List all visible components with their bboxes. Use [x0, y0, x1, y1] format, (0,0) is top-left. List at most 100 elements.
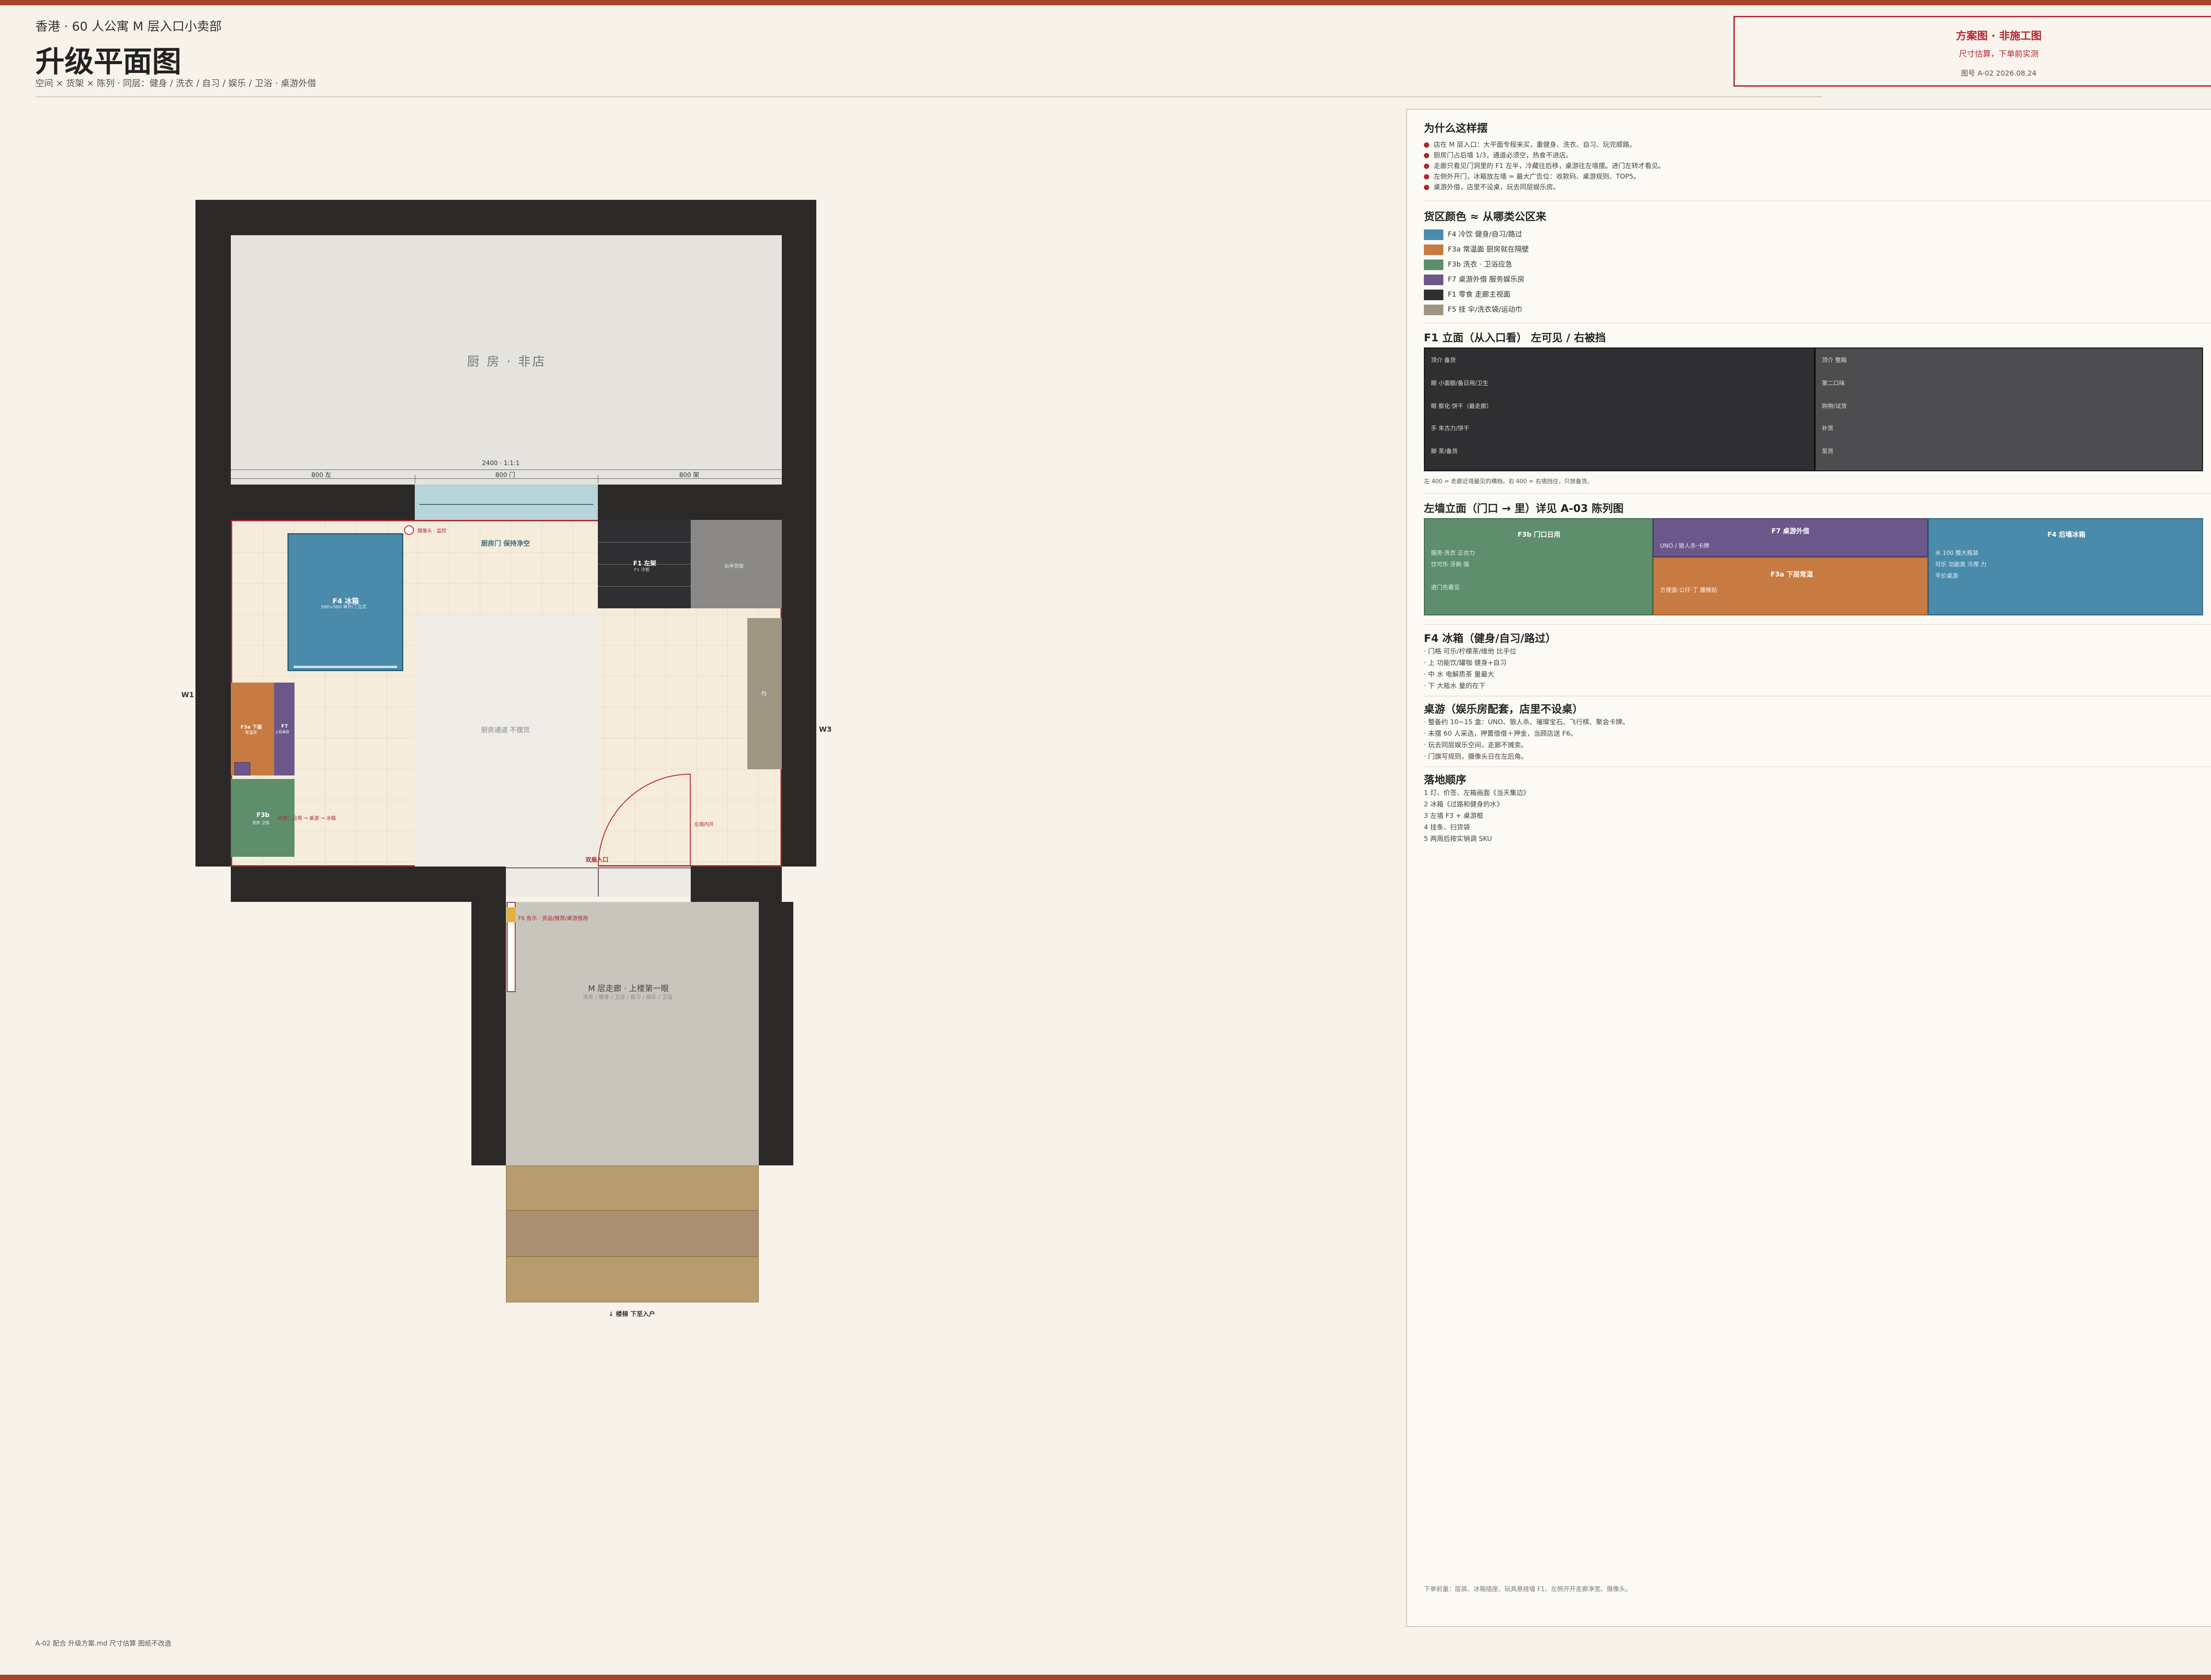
wall-bottom-right	[691, 867, 782, 902]
wall-kitchen-right	[598, 485, 816, 520]
legend-f3b: F3b 洗衣 · 卫浴应急	[1424, 258, 1512, 271]
wall-corridor-left	[471, 902, 506, 1165]
swatch-f7	[1424, 274, 1443, 285]
f1-shelf-line	[598, 586, 691, 587]
fridge-item: · 上 功能饮/罐咖 健身+自习	[1424, 659, 1507, 667]
fridge-title: F4 冰箱（健身/自习/路过）	[1424, 632, 1556, 645]
notes-panel: 为什么这样摆 店在 M 层入口：大平面专程来买，重健身、洗衣、自习、玩完顺路。 …	[1406, 109, 2211, 1627]
dimension-middle: 800 门	[495, 472, 516, 479]
games-item: · 整备约 10~15 盒：UNO、狼人杀、璀璨宝石、飞行棋、聚会卡牌。	[1424, 718, 1629, 726]
wall-f3b-line: 服务·洗衣 正合力	[1431, 550, 1475, 557]
bullet-dot	[1424, 184, 1429, 190]
wall-block-f7	[1653, 518, 1928, 557]
f6-label: F6 告示 · 货品/推荐/桌游借用	[518, 915, 588, 921]
stamp-line-3: 图号 A-02 2026.08.24	[1961, 69, 2037, 77]
wall-f3a-line: 方便面·公仔·丁 腰椎贴	[1660, 587, 1718, 594]
legend-f7: F7 桌游外借 服务娱乐房	[1424, 273, 1525, 286]
wall-f3b-title: F3b 门口日用	[1518, 531, 1561, 538]
kitchen-door[interactable]	[415, 485, 598, 520]
stamp-line-1: 方案图 · 非施工图	[1956, 30, 2042, 42]
fridge-item: · 中 水 电解质茶 量最大	[1424, 670, 1494, 678]
dimension-right: 800 架	[679, 472, 700, 479]
elevation-title: F1 立面（从入口看） 左可见 / 右被挡	[1424, 332, 1606, 344]
elev-left-row: 顶介 备货	[1431, 357, 1456, 364]
order-title: 落地顺序	[1424, 774, 1466, 786]
why-title: 为什么这样摆	[1424, 122, 1488, 134]
footer-note: A-02 配合 升级方案.md 尺寸估算 图纸不改造	[35, 1639, 172, 1647]
elev-left-row: 手 朱古力/饼干	[1431, 425, 1469, 432]
wall-marker-right: W3	[819, 725, 832, 733]
swatch-f5	[1424, 304, 1443, 315]
why-item: 桌游外借，店里不设桌，玩去同层娱乐房。	[1424, 182, 1560, 191]
wall-f3b-line: 进门先看见	[1431, 584, 1460, 591]
section-divider	[1424, 493, 2211, 494]
camera-icon	[404, 525, 414, 535]
stair-step-2	[506, 1210, 759, 1256]
kitchen-label: 厨 房 · 非店	[467, 354, 547, 369]
f3b-sub-label: 洗衣 卫浴	[252, 821, 269, 825]
wall-top	[195, 200, 816, 235]
f4-fridge-door-line	[294, 666, 397, 668]
legend-f5: F5 挂 伞/洗衣袋/运动巾	[1424, 303, 1522, 316]
bullet-dot	[1424, 142, 1429, 148]
scheme-stamp: 方案图 · 非施工图 尺寸估算，下单前实测 图号 A-02 2026.08.24	[1733, 16, 2211, 87]
swatch-f3b	[1424, 259, 1443, 270]
f3a-sub-label: 常温货	[245, 731, 257, 735]
elev-right-row: 顶介 整箱	[1822, 357, 1847, 364]
entrance-label: 双扇入口	[585, 857, 609, 863]
wall-f7-title: F7 桌游外借	[1771, 527, 1809, 535]
legend-f3a: F3a 常温面 厨房就在隔壁	[1424, 243, 1529, 256]
door-swing-label: 左扇内开	[694, 821, 714, 827]
route-label: 动线：日用 → 桌游 → 冰箱	[278, 815, 336, 821]
kitchen-door-leaf	[419, 504, 593, 505]
section-divider	[1424, 624, 2211, 625]
f7-shelf[interactable]	[274, 683, 295, 775]
why-item: 走廊只看见门洞里的 F1 左半，冷藏往后移，桌游往左墙摆。进门左转才看见。	[1424, 161, 1665, 170]
kitchen-passage	[415, 615, 598, 867]
bullet-dot	[1424, 174, 1429, 179]
why-item: 厨房门占后墙 1/3，通道必须空，热食不进店。	[1424, 150, 1572, 160]
games-item: · 玩去同层娱乐空间，走廊不摊卖。	[1424, 741, 1528, 749]
wall-f4-line: 水 100 整大瓶装	[1935, 550, 1979, 557]
swatch-f3a	[1424, 244, 1443, 255]
why-item: 左侧外开门，冰箱放左墙 ≈ 最大广告位：收款码、桌游规则、TOP5。	[1424, 172, 1640, 181]
corridor-sub-label: 洗衣 / 健身 / 卫浴 / 自习 / 娱乐 / 卫浴	[583, 994, 673, 1000]
elevation-note: 左 400 = 走廊近境最见的横档。右 400 = 右墙挡住，只放备货。	[1424, 478, 1593, 485]
elev-left-row: 脚 泵/备货	[1431, 448, 1458, 455]
fridge-item: · 下 大瓶水 量的在下	[1424, 682, 1486, 690]
bottom-note: 下单前量：层高、冰箱插座、玩具悬挂墙 F1、左侧开开走廊净宽、摄像头。	[1424, 1586, 1632, 1593]
stamp-line-2: 尺寸估算，下单前实测	[1959, 50, 2039, 59]
legend-f4: F4 冷饮 健身/自习/路过	[1424, 228, 1522, 241]
f6-notice-marker	[507, 907, 516, 922]
wall-marker-left: W1	[181, 691, 194, 699]
elev-right-row: 第二口味	[1822, 380, 1845, 387]
wall-corridor-right	[759, 902, 793, 1165]
order-item: 5 两周后按实销调 SKU	[1424, 835, 1492, 843]
bullet-dot	[1424, 153, 1429, 158]
elev-right-row: 购物/试货	[1822, 403, 1847, 410]
wall-bottom-left	[231, 867, 506, 902]
wall-f4-line: 平价桌游	[1935, 573, 1959, 580]
f7-label: F7	[281, 723, 288, 729]
left-wall-title: 左墙立面（门口 → 里）详见 A-03 陈列图	[1424, 502, 1624, 515]
order-item: 4 挂条、扫货袋	[1424, 823, 1470, 831]
order-item: 2 冰箱《过路和健身的水》	[1424, 800, 1503, 808]
bullet-dot	[1424, 163, 1429, 169]
fridge-item: · 门格 可乐/柠檬茶/维他 比手位	[1424, 647, 1517, 655]
wall-f3b-line: 饮可乐·牙刷 强	[1431, 561, 1469, 568]
f4-sub-label: 580×580 单开门 立式	[321, 605, 367, 610]
wall-kitchen-left	[195, 485, 415, 520]
f1-sub-label: F1 冷柜	[634, 568, 650, 573]
stairs-label: ↓ 楼梯 下至入户	[608, 1311, 655, 1318]
legend-title: 货区颜色 ≈ 从哪类公区来	[1424, 210, 1546, 223]
why-item: 店在 M 层入口：大平面专程来买，重健身、洗衣、自习、玩完顺路。	[1424, 140, 1636, 149]
wall-left	[195, 200, 231, 867]
dimension-left: 800 左	[311, 472, 332, 479]
passage-label: 厨房通道 不摆货	[481, 726, 530, 734]
games-item: · 未摆 60 人采选，押置借借＋押金，当顾店送 F6。	[1424, 729, 1577, 737]
right-shelf-label: 右半货架	[724, 563, 744, 569]
small-bin	[234, 762, 250, 775]
dimension-total: 2400 · 1:1:1	[482, 460, 520, 467]
f3b-label: F3b	[256, 812, 270, 819]
floor-plan: 厨 房 · 非店 2400 · 1:1:1 800 左 800 门 800 架 …	[0, 0, 1371, 1636]
